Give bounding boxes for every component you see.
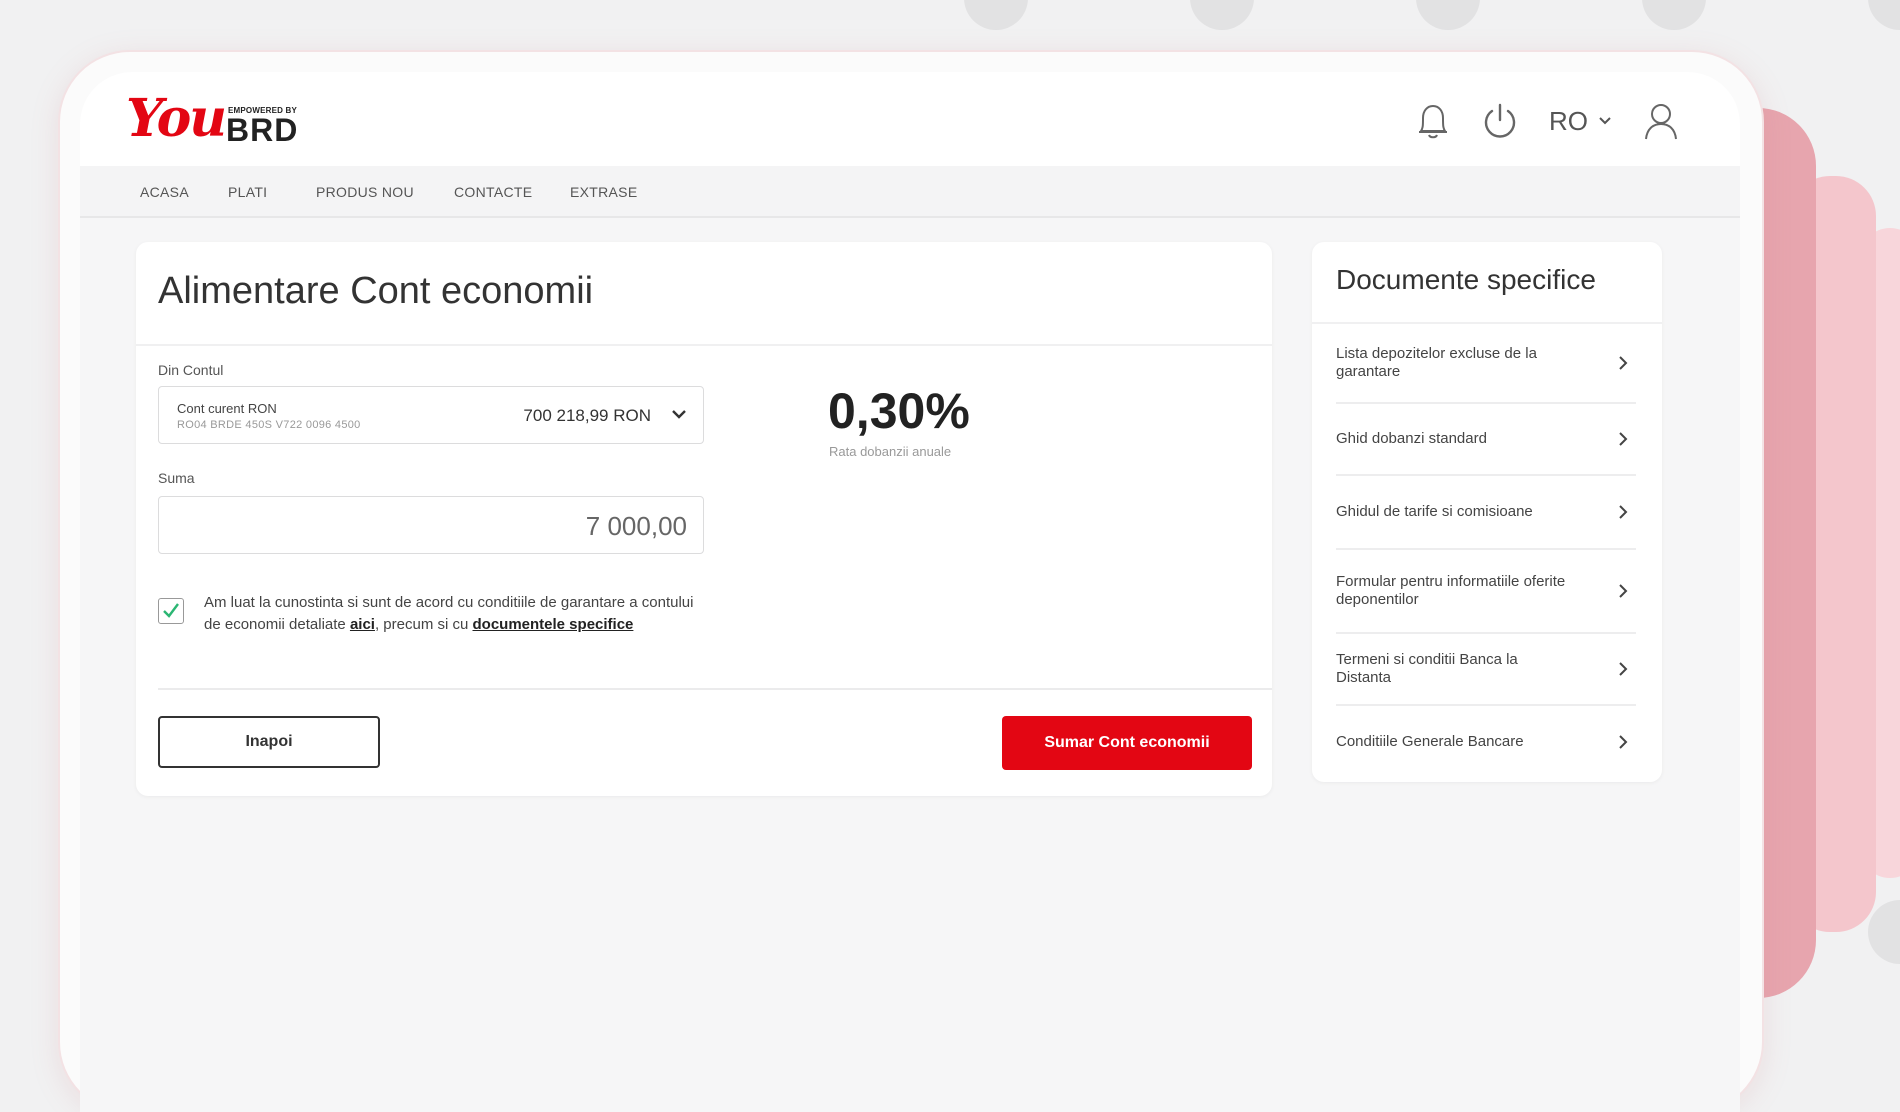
user-icon[interactable]	[1642, 101, 1680, 141]
back-button[interactable]: Inapoi	[158, 716, 380, 768]
amount-input[interactable]: 7 000,00	[158, 496, 704, 554]
consent-checkbox[interactable]	[158, 598, 184, 624]
consent-text: Am luat la cunostinta si sunt de acord c…	[204, 592, 694, 636]
consent-link-documents[interactable]: documentele specifice	[473, 616, 634, 633]
chevron-right-icon	[1619, 584, 1628, 598]
device-frame: You EMPOWERED BY BRD RO ACASA PLATI PROD…	[60, 52, 1762, 1112]
chevron-right-icon	[1619, 662, 1628, 676]
chevron-right-icon	[1619, 356, 1628, 370]
background-dot	[1868, 0, 1900, 30]
nav-item-contacte[interactable]: CONTACTE	[454, 184, 532, 200]
divider	[136, 344, 1272, 346]
account-balance: 700 218,99 RON	[523, 406, 651, 425]
document-label: Lista depozitelor excluse de la garantar…	[1336, 345, 1537, 380]
chevron-right-icon	[1619, 505, 1628, 519]
power-icon[interactable]	[1481, 101, 1519, 141]
page-title: Alimentare Cont economii	[158, 270, 594, 312]
header-actions: RO	[1385, 96, 1680, 146]
document-item[interactable]: Conditiile Generale Bancare	[1336, 706, 1636, 778]
consent-link-aici[interactable]: aici	[350, 616, 375, 633]
document-label: Termeni si conditii Banca la Distanta	[1336, 651, 1518, 686]
nav-item-plati[interactable]: PLATI	[228, 184, 267, 200]
document-label: Conditiile Generale Bancare	[1336, 733, 1524, 750]
nav-item-acasa[interactable]: ACASA	[140, 184, 189, 200]
account-iban: RO04 BRDE 450S V722 0096 4500	[177, 419, 361, 431]
interest-rate-value: 0,30%	[828, 383, 970, 439]
from-account-select[interactable]: Cont curent RON RO04 BRDE 450S V722 0096…	[158, 386, 704, 444]
background-dot	[1416, 0, 1480, 30]
logo-brd-text: BRD	[226, 112, 299, 148]
document-item[interactable]: Ghidul de tarife si comisioane	[1336, 476, 1636, 550]
interest-rate-label: Rata dobanzii anuale	[829, 444, 952, 459]
documents-title: Documente specifice	[1336, 264, 1596, 295]
check-icon	[163, 603, 179, 618]
document-item[interactable]: Ghid dobanzi standard	[1336, 404, 1636, 476]
amount-value: 7 000,00	[585, 511, 687, 541]
document-label: Formular pentru informatiile oferite dep…	[1336, 573, 1566, 608]
from-account-label: Din Contul	[158, 362, 224, 378]
chevron-right-icon	[1619, 735, 1628, 749]
background-dot	[964, 0, 1028, 30]
main-nav: ACASA PLATI PRODUS NOU CONTACTE EXTRASE	[80, 166, 1740, 218]
document-item[interactable]: Lista depozitelor excluse de la garantar…	[1336, 324, 1636, 404]
nav-item-produs-nou[interactable]: PRODUS NOU	[316, 184, 414, 200]
background-dot	[1190, 0, 1254, 30]
bell-icon[interactable]	[1415, 101, 1451, 141]
nav-item-extrase[interactable]: EXTRASE	[570, 184, 637, 200]
chevron-right-icon	[1619, 432, 1628, 446]
summary-button[interactable]: Sumar Cont economii	[1002, 716, 1252, 770]
divider	[158, 688, 1272, 690]
app-screen: You EMPOWERED BY BRD RO ACASA PLATI PROD…	[80, 72, 1740, 1112]
language-selector[interactable]: RO	[1549, 106, 1612, 137]
chevron-down-icon	[671, 407, 687, 425]
logo-you-text: You	[126, 88, 227, 149]
amount-label: Suma	[158, 470, 195, 486]
documents-card: Documente specifice Lista depozitelor ex…	[1312, 242, 1662, 782]
account-name: Cont curent RON	[177, 401, 277, 416]
background-dot	[1868, 900, 1900, 964]
top-bar: You EMPOWERED BY BRD RO	[80, 72, 1740, 166]
document-label: Ghid dobanzi standard	[1336, 430, 1487, 447]
language-label: RO	[1549, 105, 1588, 136]
document-item[interactable]: Termeni si conditii Banca la Distanta	[1336, 634, 1636, 706]
savings-topup-card: Alimentare Cont economii Din Contul Cont…	[136, 242, 1272, 796]
background-dot	[1642, 0, 1706, 30]
chevron-down-icon	[1599, 117, 1611, 125]
document-item[interactable]: Formular pentru informatiile oferite dep…	[1336, 550, 1636, 634]
consent-text-part2: , precum si cu	[374, 616, 473, 633]
document-label: Ghidul de tarife si comisioane	[1336, 503, 1533, 520]
